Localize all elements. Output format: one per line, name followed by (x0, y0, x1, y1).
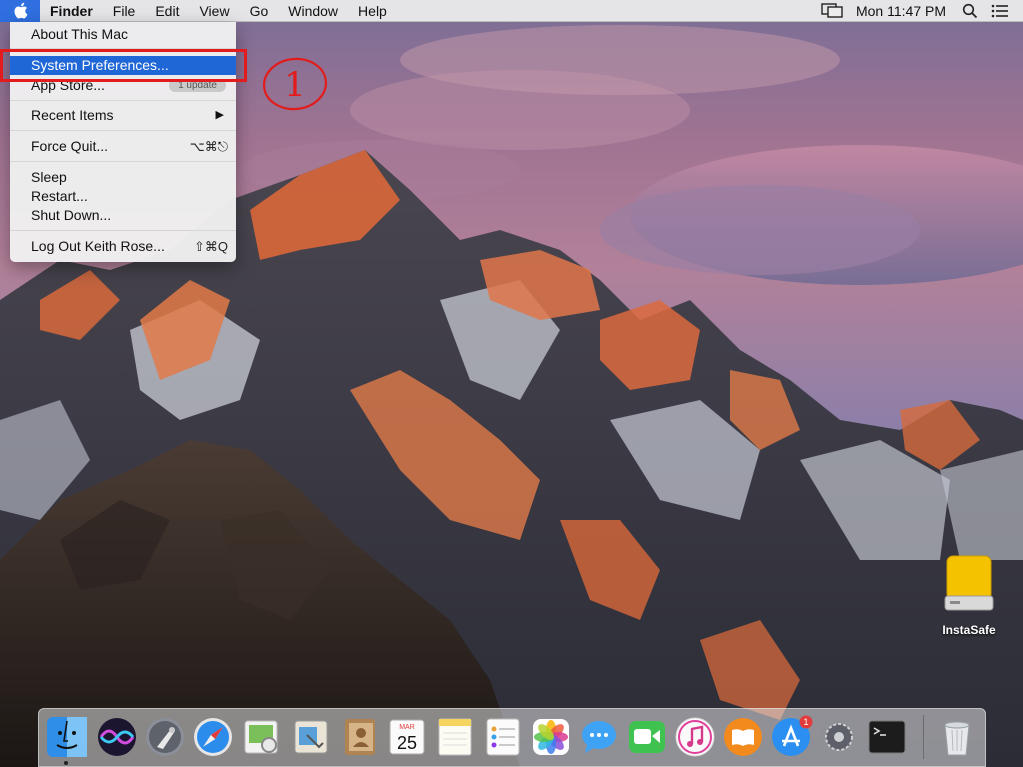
menu-item-label: Force Quit... (31, 138, 109, 154)
messages-icon[interactable] (577, 715, 621, 759)
photos-icon[interactable] (529, 715, 573, 759)
dock: MAR 25 1 (38, 708, 986, 767)
finder-icon[interactable] (45, 715, 89, 759)
search-icon[interactable] (955, 0, 985, 22)
dock-separator (923, 715, 924, 759)
menu-separator (10, 130, 236, 131)
annotation-highlight-box (0, 49, 247, 82)
menu-file[interactable]: File (103, 0, 146, 22)
menu-separator (10, 100, 236, 101)
submenu-arrow-icon: ▶ (215, 109, 224, 121)
apple-menu-button[interactable] (0, 0, 40, 22)
menu-item-label: Recent Items (31, 107, 114, 123)
menu-item-force-quit[interactable]: Force Quit... ⌥⌘⎋ (10, 137, 236, 156)
launchpad-icon[interactable] (143, 715, 187, 759)
app-store-icon[interactable]: 1 (769, 715, 813, 759)
siri-icon[interactable] (95, 715, 139, 759)
menu-edit[interactable]: Edit (145, 0, 189, 22)
menu-clock[interactable]: Mon 11:47 PM (847, 0, 955, 22)
menu-view[interactable]: View (189, 0, 239, 22)
menu-item-restart[interactable]: Restart... (10, 187, 236, 206)
menu-item-label: Restart... (31, 188, 88, 204)
menu-window[interactable]: Window (278, 0, 348, 22)
display-mirroring-icon[interactable] (817, 0, 847, 22)
mail-icon[interactable] (289, 715, 333, 759)
running-indicator (64, 761, 68, 765)
terminal-icon[interactable] (865, 715, 909, 759)
menu-item-log-out[interactable]: Log Out Keith Rose... ⇧⌘Q (10, 237, 236, 256)
menu-item-label: Shut Down... (31, 207, 112, 223)
notes-icon[interactable] (433, 715, 477, 759)
calendar-month: MAR (399, 724, 415, 731)
step-number-text: 1 (284, 65, 306, 105)
ibooks-icon[interactable] (721, 715, 765, 759)
menu-app-name[interactable]: Finder (40, 0, 103, 22)
menu-item-shut-down[interactable]: Shut Down... (10, 206, 236, 225)
menu-help[interactable]: Help (348, 0, 397, 22)
preview-icon[interactable] (239, 715, 283, 759)
menu-item-sleep[interactable]: Sleep (10, 168, 236, 187)
itunes-icon[interactable] (673, 715, 717, 759)
app-store-badge: 1 (803, 717, 808, 727)
calendar-day: 25 (397, 733, 417, 753)
safari-icon[interactable] (191, 715, 235, 759)
facetime-icon[interactable] (625, 715, 669, 759)
apple-logo-icon (14, 2, 27, 19)
contacts-icon[interactable] (337, 715, 381, 759)
calendar-icon[interactable]: MAR 25 (385, 715, 429, 759)
reminders-icon[interactable] (481, 715, 525, 759)
annotation-step-number: 1 (262, 56, 332, 116)
system-preferences-icon[interactable] (817, 715, 861, 759)
shortcut-label: ⇧⌘Q (193, 239, 228, 254)
notification-center-icon[interactable] (985, 0, 1015, 22)
menu-item-label: Log Out Keith Rose... (31, 238, 165, 254)
shortcut-label: ⌥⌘⎋ (189, 139, 228, 154)
menu-item-label: Sleep (31, 169, 67, 185)
menu-item-label: About This Mac (31, 26, 129, 42)
trash-icon[interactable] (935, 715, 979, 759)
desktop-drive-instasafe[interactable]: InstaSafe (930, 554, 1008, 637)
menu-go[interactable]: Go (240, 0, 279, 22)
menu-item-about-this-mac[interactable]: About This Mac (10, 25, 236, 44)
menu-item-recent-items[interactable]: Recent Items ▶ (10, 106, 236, 125)
menu-separator (10, 230, 236, 231)
menu-bar: Finder File Edit View Go Window Help Mon… (0, 0, 1023, 22)
menu-separator (10, 161, 236, 162)
drive-label: InstaSafe (942, 623, 996, 637)
external-drive-icon (944, 555, 994, 611)
